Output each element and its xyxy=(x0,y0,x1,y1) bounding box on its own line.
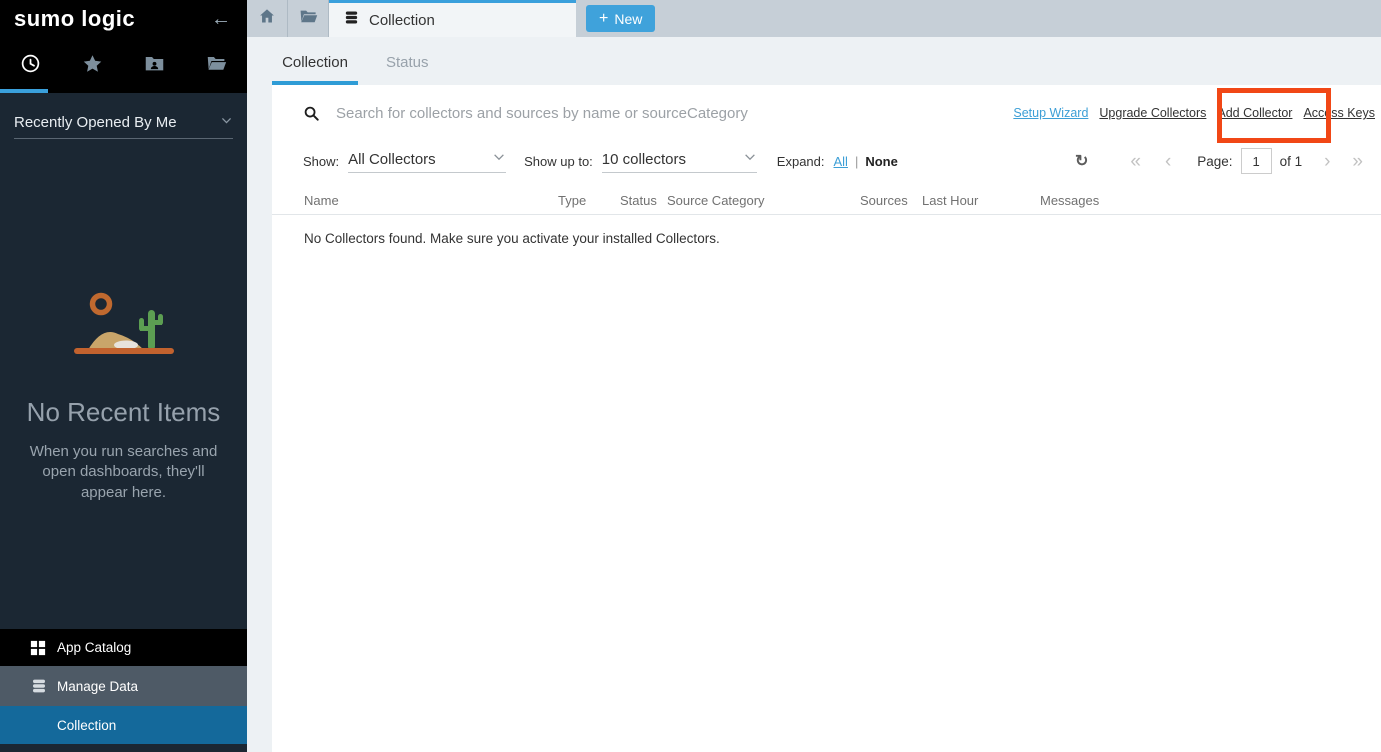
expand-none-link[interactable]: None xyxy=(865,154,898,169)
next-page-icon[interactable]: › xyxy=(1324,152,1330,171)
page-size-dropdown[interactable]: 10 collectors xyxy=(602,150,757,173)
prev-page-icon[interactable]: ‹ xyxy=(1165,152,1171,171)
sumo-logic-logo: sumo logic xyxy=(14,6,135,32)
library-button[interactable] xyxy=(288,0,329,37)
favorites-tab[interactable] xyxy=(62,38,124,93)
no-recent-items-caption: When you run searches and open dashboard… xyxy=(0,442,247,503)
clock-icon xyxy=(20,53,41,79)
column-header-name[interactable]: Name xyxy=(304,193,558,208)
recently-opened-dropdown[interactable]: Recently Opened By Me xyxy=(14,107,233,139)
sidebar-item-app-catalog[interactable]: App Catalog xyxy=(0,629,247,666)
column-header-type[interactable]: Type xyxy=(558,193,620,208)
nav-label: Manage Data xyxy=(57,679,138,694)
search-input[interactable] xyxy=(336,105,1013,122)
column-header-status[interactable]: Status xyxy=(620,193,667,208)
first-page-icon[interactable]: « xyxy=(1130,152,1139,171)
expand-all-link[interactable]: All xyxy=(834,154,848,169)
open-folder-icon xyxy=(299,7,318,31)
page-size-value: 10 collectors xyxy=(602,151,686,168)
search-row: Setup Wizard Upgrade Collectors Add Coll… xyxy=(272,85,1381,141)
page-subtabs: Collection Status xyxy=(247,37,1381,85)
home-button[interactable] xyxy=(247,0,288,37)
quick-links: Setup Wizard Upgrade Collectors Add Coll… xyxy=(1013,106,1375,120)
upgrade-collectors-link[interactable]: Upgrade Collectors xyxy=(1099,106,1206,120)
subtab-collection[interactable]: Collection xyxy=(272,54,358,85)
chevron-down-icon xyxy=(492,150,506,169)
home-icon xyxy=(258,7,276,30)
tab-collection-label: Collection xyxy=(369,12,435,29)
sidebar-item-manage-data[interactable]: Manage Data xyxy=(0,666,247,706)
folder-person-icon xyxy=(144,53,165,79)
column-header-source-category[interactable]: Source Category xyxy=(667,193,860,208)
library-tab[interactable] xyxy=(185,38,247,93)
subtab-status-label: Status xyxy=(386,54,429,71)
sidebar-item-collection[interactable]: Collection xyxy=(0,706,247,744)
list-controls-row: Show: All Collectors Show up to: 10 coll… xyxy=(272,143,1381,179)
page-number-input[interactable] xyxy=(1241,148,1272,174)
new-button[interactable]: + New xyxy=(586,5,655,32)
page-label: Page: xyxy=(1197,154,1232,169)
empty-collectors-message: No Collectors found. Make sure you activ… xyxy=(272,215,1381,246)
setup-wizard-link[interactable]: Setup Wizard xyxy=(1013,106,1088,120)
chevron-down-icon xyxy=(743,150,757,169)
subtab-collection-label: Collection xyxy=(282,54,348,71)
page-total: of 1 xyxy=(1280,154,1303,169)
add-collector-link[interactable]: Add Collector xyxy=(1217,106,1292,120)
expand-separator: | xyxy=(855,154,858,169)
show-filter-dropdown[interactable]: All Collectors xyxy=(348,150,506,173)
open-folder-icon xyxy=(206,53,227,79)
column-header-messages[interactable]: Messages xyxy=(1040,193,1375,208)
sidebar-empty-state: No Recent Items When you run searches an… xyxy=(0,288,247,503)
tab-collection[interactable]: Collection xyxy=(329,0,576,37)
nav-label: Collection xyxy=(57,718,116,733)
collection-panel: Setup Wizard Upgrade Collectors Add Coll… xyxy=(272,85,1381,752)
top-tab-strip: Collection + New xyxy=(247,0,1381,37)
desert-cactus-illustration xyxy=(0,288,247,369)
column-header-sources[interactable]: Sources xyxy=(860,193,922,208)
column-header-last-hour[interactable]: Last Hour xyxy=(922,193,1040,208)
nav-label: App Catalog xyxy=(57,640,131,655)
subtab-status[interactable]: Status xyxy=(386,54,429,85)
star-icon xyxy=(82,53,103,79)
show-label: Show: xyxy=(303,154,339,169)
shared-folder-tab[interactable] xyxy=(124,38,186,93)
show-filter-value: All Collectors xyxy=(348,151,436,168)
access-keys-link[interactable]: Access Keys xyxy=(1303,106,1375,120)
expand-label: Expand: xyxy=(777,154,825,169)
plus-icon: + xyxy=(599,11,608,27)
no-recent-items-title: No Recent Items xyxy=(0,397,247,428)
sidebar-bottom-nav: App Catalog Manage Data Collection xyxy=(0,629,247,744)
database-icon xyxy=(30,677,56,695)
last-page-icon[interactable]: » xyxy=(1352,152,1361,171)
sidebar-icon-tabs xyxy=(0,38,247,93)
recently-opened-label: Recently Opened By Me xyxy=(14,114,177,131)
sidebar-header: sumo logic ← xyxy=(0,0,247,38)
active-tab-indicator xyxy=(0,89,48,93)
main-area: Collection + New Collection Status Setup… xyxy=(247,0,1381,752)
show-up-to-label: Show up to: xyxy=(524,154,593,169)
new-button-label: New xyxy=(614,11,642,27)
sidebar: sumo logic ← Recently Opened By Me xyxy=(0,0,247,752)
grid-icon xyxy=(30,640,56,656)
refresh-icon[interactable]: ↻ xyxy=(1075,151,1088,171)
pagination-cluster: ↻ « ‹ Page: of 1 › » xyxy=(1075,148,1373,174)
collectors-table-header: Name Type Status Source Category Sources… xyxy=(272,187,1381,215)
search-icon xyxy=(303,105,320,122)
recent-tab[interactable] xyxy=(0,38,62,93)
database-icon xyxy=(343,9,360,31)
chevron-down-icon xyxy=(220,114,233,131)
collapse-sidebar-arrow-icon[interactable]: ← xyxy=(211,9,231,29)
